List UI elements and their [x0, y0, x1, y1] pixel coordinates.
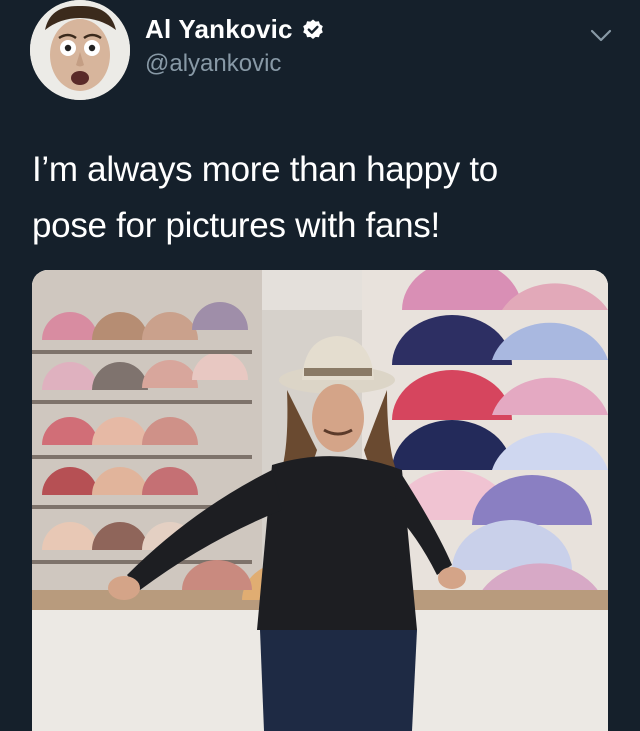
tweet-text-line-1: I’m always more than happy to: [32, 150, 498, 189]
author-name-row[interactable]: Al Yankovic: [145, 14, 325, 45]
verified-badge-icon: [301, 18, 325, 42]
author-handle[interactable]: @alyankovic: [145, 50, 281, 78]
tweet-text-line-2: pose for pictures with fans!: [32, 206, 440, 245]
avatar[interactable]: [30, 0, 130, 100]
photo-fan-shop: [32, 270, 608, 731]
display-name[interactable]: Al Yankovic: [145, 14, 293, 45]
tweet-photo[interactable]: [32, 270, 608, 731]
avatar-image: [30, 0, 130, 100]
tweet-header: Al Yankovic @alyankovic: [0, 0, 640, 110]
tweet-text: I’m always more than happy to pose for p…: [32, 142, 612, 254]
chevron-down-icon[interactable]: [588, 22, 614, 48]
